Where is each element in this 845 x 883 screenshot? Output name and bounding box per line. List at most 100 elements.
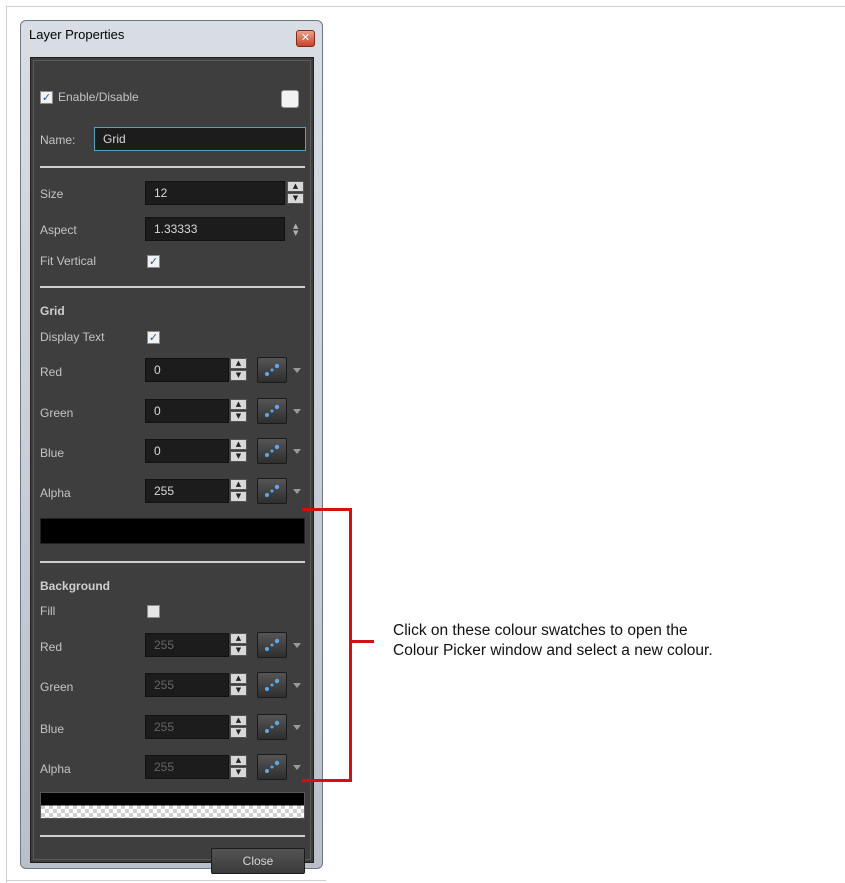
bg-blue-picker-button[interactable] [257,714,287,740]
bg-red-input[interactable]: 255 [145,633,229,657]
aspect-stepper[interactable]: ▲ ▼ [293,223,301,237]
bg-green-input[interactable]: 255 [145,673,229,697]
bg-blue-label: Blue [40,722,65,736]
grid-colour-swatch[interactable] [40,518,305,544]
spin-down-icon[interactable]: ▼ [230,685,247,696]
fill-checkbox[interactable] [147,605,160,618]
chevron-down-icon[interactable] [293,643,301,648]
callout-line-1: Click on these colour swatches to open t… [393,622,688,639]
spin-up-icon[interactable]: ▲ [230,399,247,410]
bg-alpha-input[interactable]: 255 [145,755,229,779]
chevron-down-icon[interactable] [293,725,301,730]
eyedropper-icon [265,444,280,457]
callout-text: Click on these colour swatches to open t… [393,621,833,661]
spin-down-icon[interactable]: ▼ [230,767,247,778]
grid-red-label: Red [40,365,63,379]
size-stepper[interactable]: ▲ ▼ [287,181,304,205]
aspect-input[interactable]: 1.33333 [145,217,285,241]
bg-blue-input[interactable]: 255 [145,715,229,739]
grid-red-stepper[interactable]: ▲ ▼ [230,358,247,382]
spin-down-icon[interactable]: ▼ [230,727,247,738]
callout-line-vertical [349,508,352,782]
name-label: Name: [40,133,76,147]
grid-green-picker-button[interactable] [257,398,287,424]
chevron-down-icon[interactable] [293,683,301,688]
grid-green-stepper[interactable]: ▲ ▼ [230,399,247,423]
spin-up-icon[interactable]: ▲ [230,673,247,684]
spin-down-icon[interactable]: ▼ [293,229,298,237]
bg-green-picker-button[interactable] [257,672,287,698]
grid-red-picker-button[interactable] [257,357,287,383]
grid-blue-picker-button[interactable] [257,438,287,464]
separator [40,286,305,288]
window-title: Layer Properties [29,27,125,42]
grid-green-label: Green [40,406,74,420]
chevron-down-icon[interactable] [293,368,301,373]
enable-label: Enable/Disable [58,90,139,104]
chevron-down-icon[interactable] [293,765,301,770]
figure-border-left [6,6,7,883]
layer-color-square[interactable] [281,90,299,108]
chevron-down-icon[interactable] [293,489,301,494]
display-text-checkbox[interactable]: ✓ [147,331,160,344]
layer-properties-window: Layer Properties ✕ ✓ Enable/Disable Name… [20,20,323,874]
grid-alpha-input[interactable]: 255 [145,479,229,503]
grid-heading: Grid [40,304,65,318]
spin-up-icon[interactable]: ▲ [230,439,247,450]
size-label: Size [40,187,64,201]
chevron-down-icon[interactable] [293,409,301,414]
spin-up-icon[interactable]: ▲ [230,479,247,490]
figure-border-bottom [6,880,326,881]
spin-up-icon[interactable]: ▲ [230,715,247,726]
separator [40,166,305,168]
bg-alpha-label: Alpha [40,762,71,776]
fill-label: Fill [40,604,56,618]
bg-red-picker-button[interactable] [257,632,287,658]
window-close-icon[interactable]: ✕ [296,30,315,47]
aspect-label: Aspect [40,223,77,237]
bg-red-label: Red [40,640,63,654]
eyedropper-icon [265,678,280,691]
fit-vertical-checkbox[interactable]: ✓ [147,255,160,268]
bg-red-stepper[interactable]: ▲ ▼ [230,633,247,657]
bg-alpha-stepper[interactable]: ▲ ▼ [230,755,247,779]
spin-down-icon[interactable]: ▼ [230,491,247,502]
spin-down-icon[interactable]: ▼ [230,370,247,381]
grid-blue-label: Blue [40,446,65,460]
grid-alpha-picker-button[interactable] [257,478,287,504]
spin-down-icon[interactable]: ▼ [230,411,247,422]
fit-vertical-label: Fit Vertical [40,254,97,268]
eyedropper-icon [265,638,280,651]
spin-up-icon[interactable]: ▲ [287,181,304,192]
close-button[interactable]: Close [211,848,305,874]
name-input[interactable]: Grid [94,127,306,151]
figure-border-top [6,6,845,7]
grid-blue-stepper[interactable]: ▲ ▼ [230,439,247,463]
callout-line-2: Colour Picker window and select a new co… [393,642,713,659]
spin-up-icon[interactable]: ▲ [230,755,247,766]
separator [40,561,305,563]
grid-blue-input[interactable]: 0 [145,439,229,463]
bg-green-stepper[interactable]: ▲ ▼ [230,673,247,697]
eyedropper-icon [265,720,280,733]
size-input[interactable]: 12 [145,181,285,205]
display-text-label: Display Text [40,330,105,344]
enable-checkbox[interactable]: ✓ [40,91,53,104]
grid-green-input[interactable]: 0 [145,399,229,423]
grid-red-input[interactable]: 0 [145,358,229,382]
bg-blue-stepper[interactable]: ▲ ▼ [230,715,247,739]
spin-down-icon[interactable]: ▼ [287,193,304,204]
chevron-down-icon[interactable] [293,449,301,454]
grid-alpha-label: Alpha [40,486,71,500]
spin-down-icon[interactable]: ▼ [230,451,247,462]
callout-line-pointer [352,640,374,643]
background-colour-swatch[interactable] [40,792,305,819]
spin-up-icon[interactable]: ▲ [230,633,247,644]
grid-alpha-stepper[interactable]: ▲ ▼ [230,479,247,503]
bg-alpha-picker-button[interactable] [257,754,287,780]
dialog-body: ✓ Enable/Disable Name: Grid Size 12 ▲ ▼ … [30,57,314,874]
eyedropper-icon [265,760,280,773]
eyedropper-icon [265,363,280,376]
spin-up-icon[interactable]: ▲ [230,358,247,369]
spin-down-icon[interactable]: ▼ [230,645,247,656]
